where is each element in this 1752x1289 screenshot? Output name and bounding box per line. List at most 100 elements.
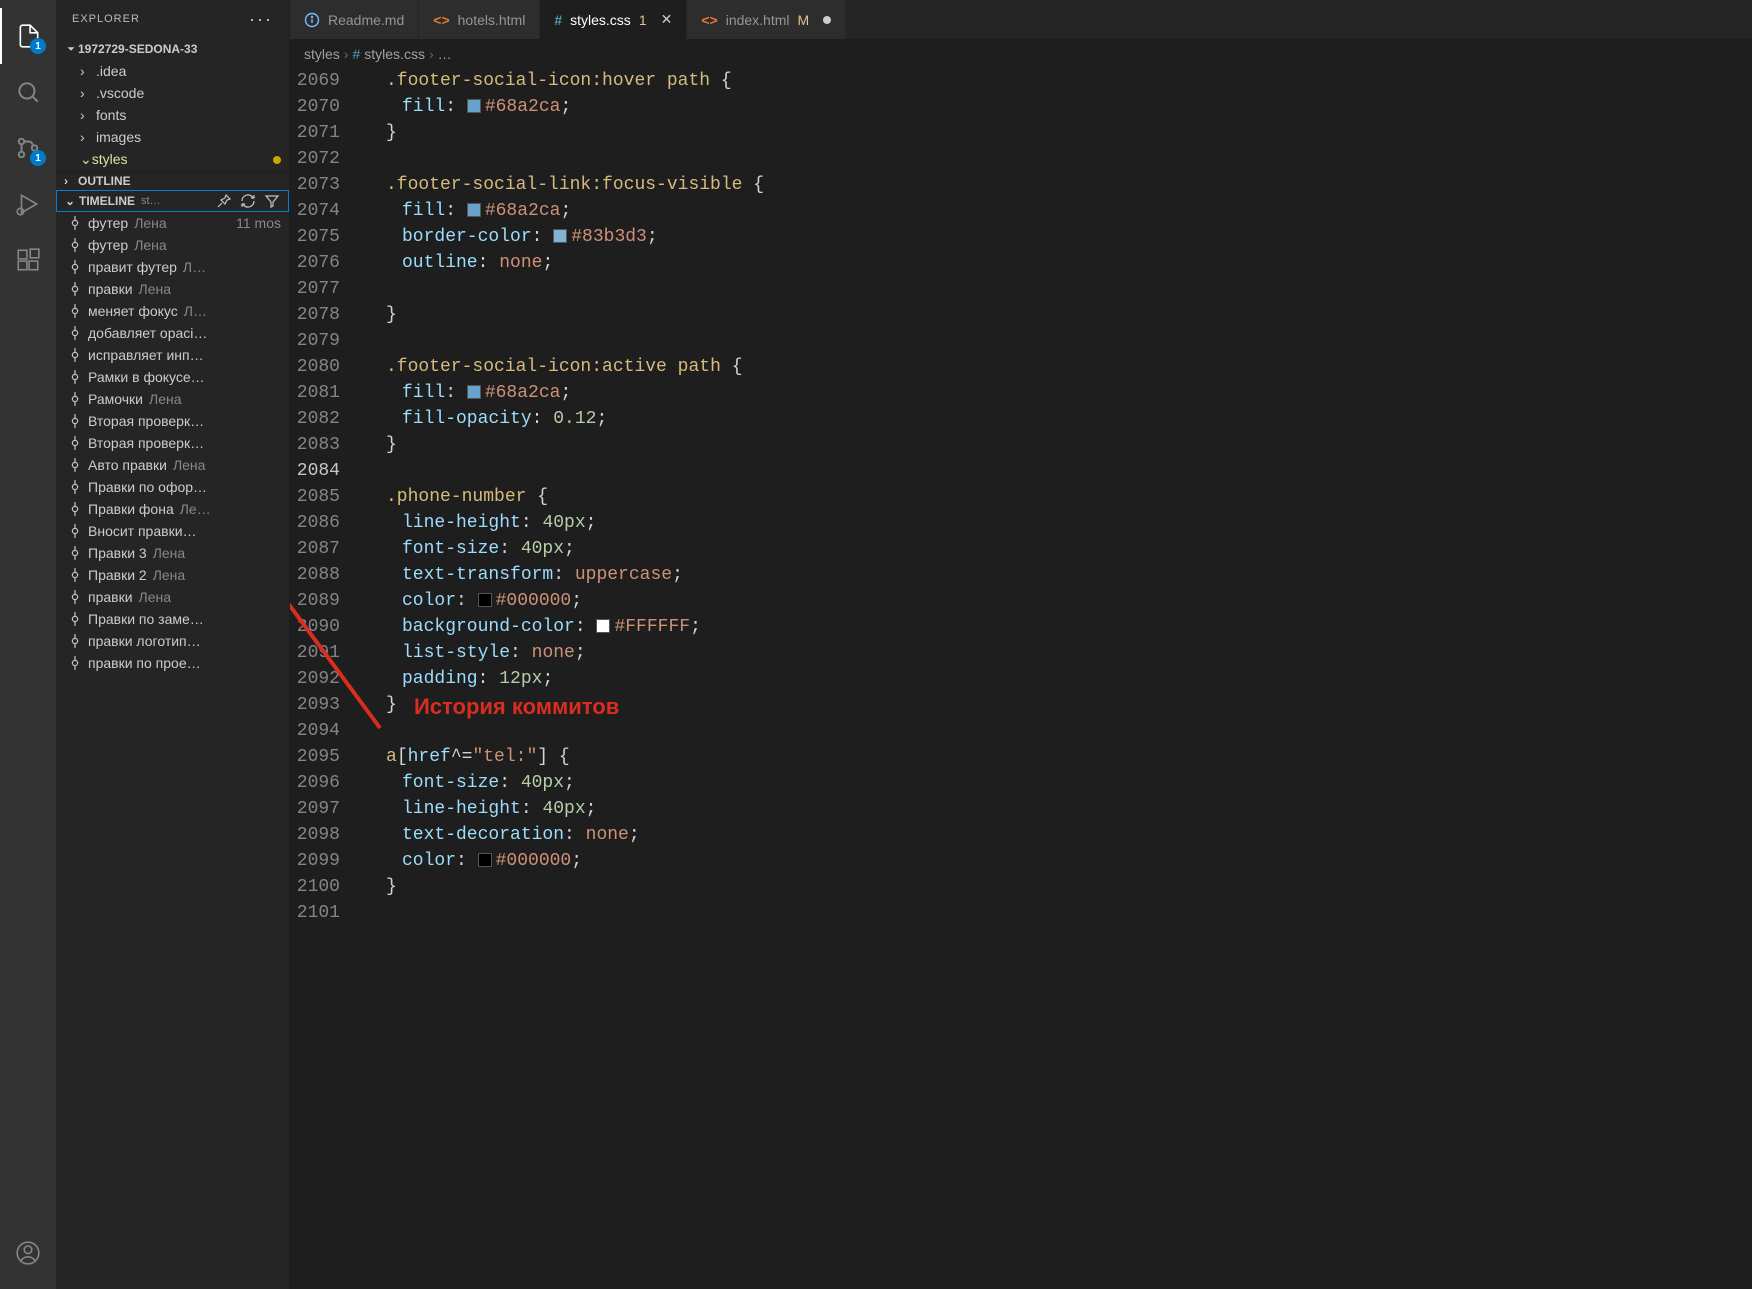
timeline-item[interactable]: правит футер Л… xyxy=(56,256,289,278)
code-line[interactable]: background-color: #FFFFFF; xyxy=(370,614,1752,640)
code-line[interactable]: border-color: #83b3d3; xyxy=(370,224,1752,250)
timeline-item[interactable]: правки Лена xyxy=(56,586,289,608)
timeline-item[interactable]: Авто правки Лена xyxy=(56,454,289,476)
editor-tab[interactable]: #styles.css1✕ xyxy=(540,0,687,39)
commit-icon xyxy=(68,392,82,406)
folder-item-styles[interactable]: ⌄styles xyxy=(56,148,289,171)
git-modified-indicator: M xyxy=(798,12,810,28)
code-line[interactable]: } xyxy=(370,120,1752,146)
more-actions-icon[interactable]: ··· xyxy=(249,9,273,30)
code-line[interactable]: color: #000000; xyxy=(370,848,1752,874)
pin-icon[interactable] xyxy=(216,193,232,209)
folder-item[interactable]: ›images xyxy=(56,126,289,148)
code-line[interactable]: .phone-number { xyxy=(370,484,1752,510)
accounts-icon[interactable] xyxy=(0,1225,56,1281)
editor-tab[interactable]: <>index.htmlM xyxy=(687,0,846,39)
code-line[interactable]: text-transform: uppercase; xyxy=(370,562,1752,588)
code-line[interactable] xyxy=(370,276,1752,302)
code-line[interactable]: line-height: 40px; xyxy=(370,796,1752,822)
code-line[interactable]: fill: #68a2ca; xyxy=(370,94,1752,120)
code-line[interactable]: padding: 12px; xyxy=(370,666,1752,692)
code-line[interactable]: a[href^="tel:"] { xyxy=(370,744,1752,770)
code-line[interactable]: color: #000000; xyxy=(370,588,1752,614)
code-line[interactable]: line-height: 40px; xyxy=(370,510,1752,536)
code-line[interactable]: list-style: none; xyxy=(370,640,1752,666)
line-number: 2090 xyxy=(290,614,340,640)
timeline-item[interactable]: Правки по офор… xyxy=(56,476,289,498)
code-line[interactable]: .footer-social-icon:hover path { xyxy=(370,68,1752,94)
code-line[interactable]: } xyxy=(370,432,1752,458)
breadcrumb-file[interactable]: styles.css xyxy=(364,46,425,62)
timeline-item[interactable]: Правки 2 Лена xyxy=(56,564,289,586)
folder-item[interactable]: ›.vscode xyxy=(56,82,289,104)
line-number: 2076 xyxy=(290,250,340,276)
tab-label: Readme.md xyxy=(328,12,404,28)
code-line[interactable]: .footer-social-link:focus-visible { xyxy=(370,172,1752,198)
line-number: 2085 xyxy=(290,484,340,510)
editor-tab[interactable]: <>hotels.html xyxy=(419,0,540,39)
timeline-item[interactable]: правки по прое… xyxy=(56,652,289,674)
search-icon[interactable] xyxy=(0,64,56,120)
timeline-item[interactable]: меняет фокус Л… xyxy=(56,300,289,322)
breadcrumb-symbol[interactable]: … xyxy=(438,46,452,62)
timeline-list[interactable]: футер Лена 11 mos футер Лена правит футе… xyxy=(56,212,289,1289)
code-line[interactable] xyxy=(370,900,1752,926)
timeline-item[interactable]: исправляет инп… xyxy=(56,344,289,366)
source-control-icon[interactable]: 1 xyxy=(0,120,56,176)
run-debug-icon[interactable] xyxy=(0,176,56,232)
commit-message: правки логотип… xyxy=(88,633,201,649)
code-line[interactable]: } xyxy=(370,692,1752,718)
code-line[interactable]: outline: none; xyxy=(370,250,1752,276)
code-line[interactable]: font-size: 40px; xyxy=(370,770,1752,796)
code-line[interactable]: fill: #68a2ca; xyxy=(370,380,1752,406)
git-change-count: 1 xyxy=(639,12,647,28)
code-line[interactable]: font-size: 40px; xyxy=(370,536,1752,562)
timeline-item[interactable]: Вторая проверк… xyxy=(56,432,289,454)
timeline-item[interactable]: Правки 3 Лена xyxy=(56,542,289,564)
breadcrumbs[interactable]: styles › # styles.css › … xyxy=(290,40,1752,68)
extensions-icon[interactable] xyxy=(0,232,56,288)
timeline-item[interactable]: футер Лена 11 mos xyxy=(56,212,289,234)
commit-icon xyxy=(68,348,82,362)
commit-icon xyxy=(68,612,82,626)
close-tab-icon[interactable]: ✕ xyxy=(661,11,673,28)
code-line[interactable]: .footer-social-icon:active path { xyxy=(370,354,1752,380)
timeline-item[interactable]: Вторая проверк… xyxy=(56,410,289,432)
code-line[interactable] xyxy=(370,718,1752,744)
commit-icon xyxy=(68,590,82,604)
code-editor[interactable]: 2069207020712072207320742075207620772078… xyxy=(290,68,1752,1289)
refresh-icon[interactable] xyxy=(240,193,256,209)
code-body[interactable]: .footer-social-icon:hover path {fill: #6… xyxy=(362,68,1752,1289)
outline-header[interactable]: › OUTLINE xyxy=(56,171,289,190)
timeline-item[interactable]: Правки по заме… xyxy=(56,608,289,630)
code-line[interactable] xyxy=(370,458,1752,484)
timeline-header[interactable]: ⌄ TIMELINE st… xyxy=(56,190,289,212)
commit-message: Вторая проверк… xyxy=(88,435,204,451)
explorer-icon[interactable]: 1 xyxy=(0,8,56,64)
code-line[interactable]: fill: #68a2ca; xyxy=(370,198,1752,224)
line-number: 2096 xyxy=(290,770,340,796)
code-line[interactable] xyxy=(370,328,1752,354)
line-number: 2097 xyxy=(290,796,340,822)
project-header[interactable]: 1972729-SEDONA-33 xyxy=(56,38,289,60)
code-line[interactable]: fill-opacity: 0.12; xyxy=(370,406,1752,432)
editor-tab[interactable]: Readme.md xyxy=(290,0,419,39)
timeline-item[interactable]: правки Лена xyxy=(56,278,289,300)
filter-icon[interactable] xyxy=(264,193,280,209)
code-line[interactable]: text-decoration: none; xyxy=(370,822,1752,848)
commit-author: Л… xyxy=(183,259,206,275)
timeline-item[interactable]: Вносит правки… xyxy=(56,520,289,542)
breadcrumb-folder[interactable]: styles xyxy=(304,46,340,62)
timeline-item[interactable]: Рамки в фокусе… xyxy=(56,366,289,388)
timeline-item[interactable]: Правки фона Ле… xyxy=(56,498,289,520)
code-line[interactable]: } xyxy=(370,874,1752,900)
timeline-item[interactable]: футер Лена xyxy=(56,234,289,256)
timeline-item[interactable]: Рамочки Лена xyxy=(56,388,289,410)
folder-item[interactable]: ›.idea xyxy=(56,60,289,82)
commit-author: Лена xyxy=(139,281,172,297)
code-line[interactable] xyxy=(370,146,1752,172)
folder-item[interactable]: ›fonts xyxy=(56,104,289,126)
timeline-item[interactable]: правки логотип… xyxy=(56,630,289,652)
code-line[interactable]: } xyxy=(370,302,1752,328)
timeline-item[interactable]: добавляет opaci… xyxy=(56,322,289,344)
